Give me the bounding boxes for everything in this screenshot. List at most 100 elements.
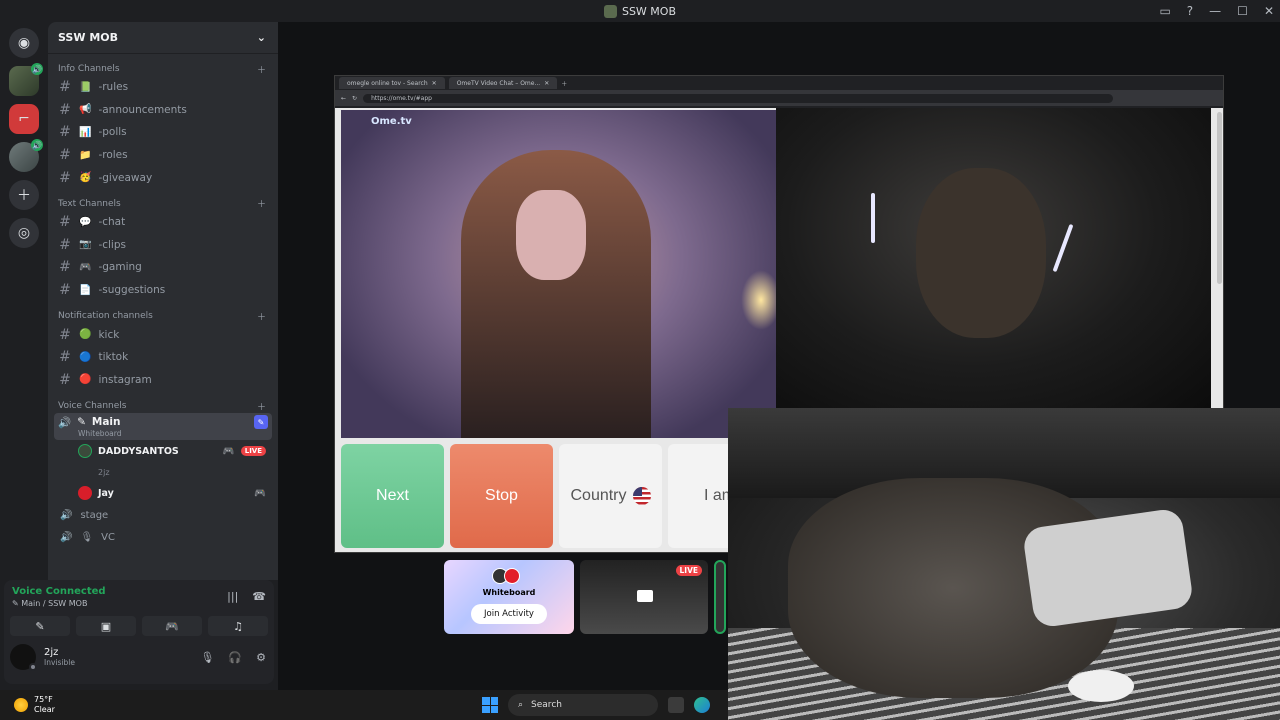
activity-icon[interactable]: ✎ [254, 415, 268, 430]
chevron-down-icon: ⌄ [256, 31, 266, 44]
ometv-logo: Ome.tv [371, 116, 412, 127]
help-icon[interactable]: ? [1187, 4, 1193, 18]
screen-share-button[interactable]: ▣ [76, 616, 136, 636]
minimize-button[interactable]: — [1209, 4, 1221, 18]
reload-icon[interactable]: ↻ [352, 95, 357, 102]
explore-icon[interactable]: ◎ [9, 218, 39, 248]
gear-icon[interactable]: ⚙ [256, 651, 266, 664]
server-red[interactable]: ⌐ [9, 104, 39, 134]
window-controls: ▭ ? — ☐ ✕ [1159, 0, 1274, 22]
window-title: SSW MOB [603, 4, 676, 18]
channel-item[interactable]: # 🟢 kick [48, 323, 278, 346]
add-channel-icon[interactable]: ＋ [257, 63, 266, 76]
windows-taskbar: 75°F Clear ⌕ Search [0, 690, 728, 720]
windows-start-icon[interactable] [482, 697, 498, 713]
voice-connected-status[interactable]: Voice Connected [12, 586, 106, 597]
voice-member[interactable]: DADDYSANTOS 🎮 LIVE [48, 440, 278, 462]
hash-icon: # [59, 169, 71, 186]
server-other[interactable]: 🔊 [9, 139, 43, 172]
close-icon[interactable]: ✕ [432, 80, 437, 87]
channel-item[interactable]: # 🎮 -gaming [48, 256, 278, 279]
url-field[interactable]: https://ome.tv/#app [363, 93, 1114, 103]
page-scrollbar[interactable] [1217, 112, 1222, 284]
channel-item[interactable]: # 📊 -polls [48, 121, 278, 144]
back-icon[interactable]: ← [341, 95, 346, 102]
disconnect-icon[interactable]: ☎ [252, 590, 266, 608]
computer-mouse [1068, 670, 1134, 702]
browser-tab[interactable]: omegle online tov - Search ✕ [339, 77, 445, 89]
hash-icon: # [59, 124, 71, 141]
hash-icon: # [59, 214, 71, 231]
sun-icon [14, 698, 28, 712]
add-channel-icon[interactable]: ＋ [257, 197, 266, 210]
channel-item[interactable]: # 💬 -chat [48, 211, 278, 234]
channel-sidebar: SSW MOB ⌄ Info Channels ＋ # 📗 -rules # 📢 -annou… [48, 22, 278, 580]
mic-icon[interactable]: 🎙 [200, 651, 214, 664]
channel-item[interactable]: # 📄 -suggestions [48, 279, 278, 302]
channel-item[interactable]: # 📷 -clips [48, 234, 278, 257]
hash-icon: # [59, 371, 71, 388]
browser-tab[interactable]: OmeTV Video Chat – Ome... ✕ [448, 77, 558, 89]
self-face [916, 168, 1046, 338]
voice-channel-stage[interactable]: 🔊 stage [48, 504, 278, 526]
taskbar-search[interactable]: ⌕ Search [508, 694, 658, 716]
inbox-icon[interactable]: ▭ [1159, 4, 1170, 18]
avatar [78, 486, 92, 501]
category-header[interactable]: Notification channels ＋ [48, 309, 278, 323]
close-button[interactable]: ✕ [1264, 4, 1274, 18]
hash-icon: # [59, 101, 71, 118]
gamepad-icon: 🎮 [254, 487, 266, 499]
soundboard-button[interactable]: ♫ [208, 616, 268, 636]
voice-channel-vc[interactable]: 🔊 🎙 VC [48, 526, 278, 548]
channel-item[interactable]: # 📗 -rules [48, 76, 278, 99]
noise-icon[interactable]: ||| [227, 590, 238, 608]
voice-channel-main[interactable]: 🔊 ✎ Main ✎ Whiteboard [54, 413, 272, 441]
discord-home-icon[interactable]: ◉ [9, 28, 39, 58]
avatar[interactable] [10, 644, 37, 671]
stop-button[interactable]: Stop [450, 444, 553, 548]
whiteboard-tile[interactable]: Whiteboard Join Activity [444, 560, 574, 634]
join-activity-button[interactable]: Join Activity [471, 604, 547, 624]
country-button[interactable]: Country [559, 444, 662, 548]
maximize-button[interactable]: ☐ [1237, 4, 1248, 18]
voice-location[interactable]: ✎ Main / SSW MOB [12, 599, 106, 608]
task-view-icon[interactable] [668, 697, 684, 713]
server-ssw-mob[interactable]: 🔊 [9, 63, 43, 96]
close-icon[interactable]: ✕ [544, 80, 549, 87]
speaker-icon: 🔊 [58, 416, 72, 429]
voice-member[interactable]: Jay 🎮 [48, 482, 278, 504]
lamp-glow [741, 270, 781, 330]
search-icon: ⌕ [518, 700, 524, 710]
stranger-video: Ome.tv [341, 110, 781, 438]
add-channel-icon[interactable]: ＋ [257, 400, 266, 413]
channel-item[interactable]: # 🔵 tiktok [48, 346, 278, 369]
webcam-overlay [728, 408, 1280, 720]
category-header[interactable]: Text Channels ＋ [48, 197, 278, 211]
next-button[interactable]: Next [341, 444, 444, 548]
stream-tile[interactable]: LIVE [580, 560, 708, 634]
activity-button[interactable]: 🎮 [142, 616, 202, 636]
pencil-icon: ✎ [77, 416, 86, 429]
channel-item[interactable]: # 🔴 instagram [48, 369, 278, 392]
hash-icon: # [59, 349, 71, 366]
add-server-icon[interactable]: ＋ [9, 180, 39, 210]
server-header[interactable]: SSW MOB ⌄ [48, 22, 278, 54]
category-voice[interactable]: Voice Channels ＋ [48, 399, 278, 413]
speaker-icon: 🔊 [60, 531, 73, 543]
hash-icon: # [59, 236, 71, 253]
channel-item[interactable]: # 📁 -roles [48, 144, 278, 167]
new-tab-icon[interactable]: ＋ [561, 79, 567, 88]
category-header[interactable]: Info Channels ＋ [48, 62, 278, 76]
edge-icon[interactable] [694, 697, 710, 713]
monitor-icon [637, 590, 653, 602]
hash-icon: # [59, 259, 71, 276]
stream-tile-partial[interactable] [714, 560, 726, 634]
headphones-icon[interactable]: 🎧 [228, 651, 242, 664]
add-channel-icon[interactable]: ＋ [257, 310, 266, 323]
channel-item[interactable]: # 📢 -announcements [48, 99, 278, 122]
whiteboard-button[interactable]: ✎ [10, 616, 70, 636]
channel-item[interactable]: # 🥳 -giveaway [48, 166, 278, 189]
stranger-face [516, 190, 586, 280]
weather-widget[interactable]: 75°F Clear [0, 695, 55, 715]
pillow [1021, 507, 1195, 629]
